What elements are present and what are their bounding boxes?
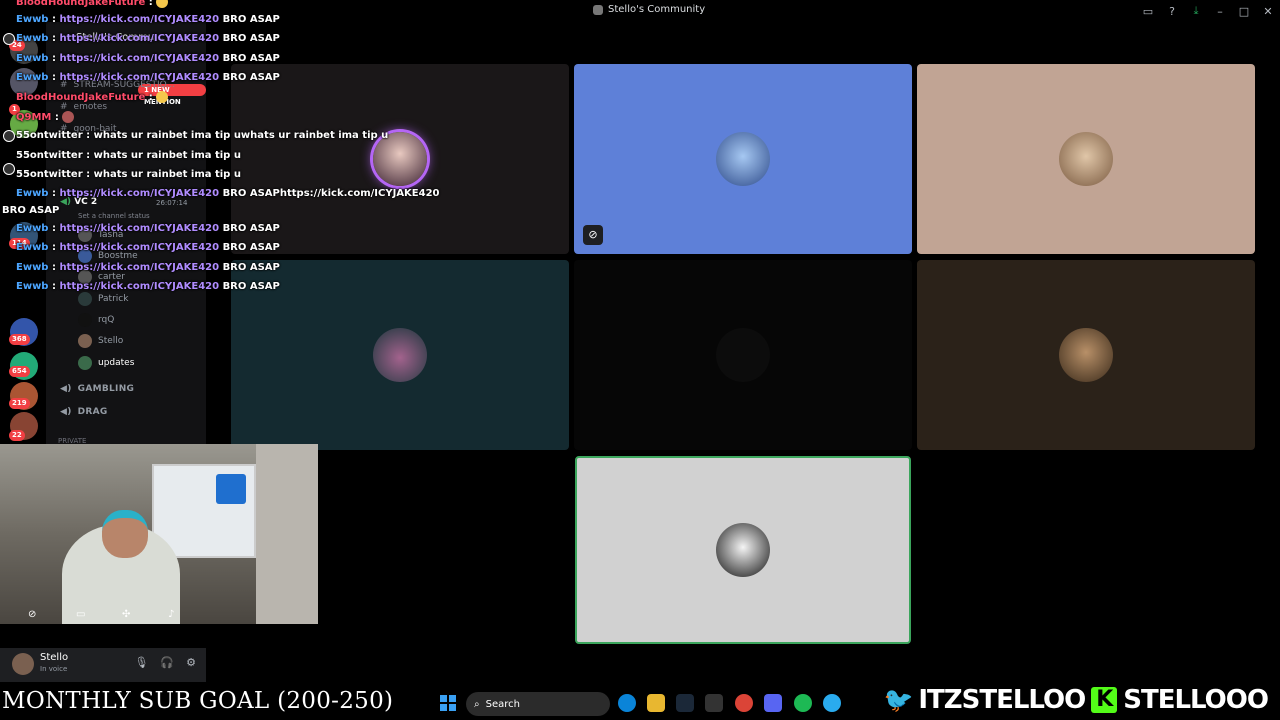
avatar bbox=[78, 334, 92, 348]
avatar bbox=[78, 356, 92, 370]
muted-icon: ⊘ bbox=[583, 225, 603, 245]
channel-status[interactable]: Set a channel status bbox=[78, 212, 150, 220]
speaker-icon: ◀) bbox=[60, 407, 72, 417]
participant-avatar bbox=[373, 328, 427, 382]
participant-avatar bbox=[716, 328, 770, 382]
microphone-icon[interactable]: 🎙 bbox=[134, 656, 148, 669]
voice-channel-drag[interactable]: ◀) DRAG bbox=[60, 407, 108, 417]
poster-logo bbox=[216, 474, 246, 504]
file-explorer-icon[interactable] bbox=[647, 694, 665, 712]
webcam-wall bbox=[256, 444, 318, 624]
voice-member[interactable]: Boostme bbox=[78, 248, 138, 264]
video-tile[interactable] bbox=[231, 260, 569, 450]
voice-timer: 26:07:14 bbox=[156, 199, 188, 207]
twitter-handle: ITZSTELLOO bbox=[918, 685, 1086, 715]
user-panel: Stello In voice 🎙 🎧 ⚙ bbox=[0, 648, 206, 682]
server-item[interactable] bbox=[10, 68, 38, 96]
server-icon bbox=[593, 4, 603, 15]
user-name: Stello bbox=[40, 652, 69, 663]
voice-member[interactable]: rqQ bbox=[78, 312, 114, 328]
voice-member[interactable]: updates bbox=[78, 355, 134, 371]
server-badge: 368 bbox=[9, 334, 30, 345]
server-rail: 24 1 114 368 654 219 22 bbox=[0, 22, 46, 447]
spotify-icon[interactable] bbox=[794, 694, 812, 712]
avatar bbox=[78, 249, 92, 263]
inbox-icon[interactable]: ▭ bbox=[1136, 5, 1160, 18]
twitter-icon: 🐦 bbox=[883, 686, 913, 714]
participant-avatar bbox=[716, 132, 770, 186]
headphones-icon[interactable]: 🎧 bbox=[160, 656, 174, 669]
social-handles: 🐦 ITZSTELLOO K STELLOOO bbox=[883, 684, 1269, 716]
streamer-webcam: ⊘ ▭ ✣ ♪ bbox=[0, 444, 318, 624]
user-status: In voice bbox=[40, 665, 68, 673]
avatar bbox=[78, 292, 92, 306]
screen-share-icon[interactable]: ▭ bbox=[76, 609, 85, 620]
participant-avatar bbox=[716, 523, 770, 577]
server-badge: 22 bbox=[9, 430, 25, 441]
video-tile[interactable] bbox=[917, 260, 1255, 450]
hash-icon: # bbox=[60, 124, 68, 134]
app-icon[interactable] bbox=[705, 694, 723, 712]
channel-sidebar: Stello's Commu... 1 NEW MENTION # STREAM-… bbox=[46, 22, 206, 447]
search-icon: ⌕ bbox=[474, 698, 480, 710]
kick-icon: K bbox=[1091, 687, 1118, 713]
participant-avatar bbox=[1059, 132, 1113, 186]
close-button[interactable]: ✕ bbox=[1256, 5, 1280, 18]
edge-icon[interactable] bbox=[618, 694, 636, 712]
video-tile[interactable] bbox=[917, 64, 1255, 254]
kick-handle: STELLOOO bbox=[1123, 685, 1269, 715]
user-controls: 🎙 🎧 ⚙ bbox=[134, 656, 196, 669]
server-badge: 1 bbox=[9, 104, 20, 115]
telegram-icon[interactable] bbox=[823, 694, 841, 712]
channel-stream-suggestions[interactable]: # STREAM-SUGGESTIO... bbox=[60, 80, 175, 90]
activity-icon[interactable]: ✣ bbox=[122, 609, 130, 620]
voice-member[interactable]: Tasha bbox=[78, 227, 123, 243]
minimize-button[interactable]: – bbox=[1208, 5, 1232, 18]
channel-goon-bait[interactable]: # goon-bait bbox=[60, 124, 116, 134]
avatar bbox=[78, 313, 92, 327]
windows-start-icon[interactable] bbox=[440, 695, 456, 711]
video-tile[interactable] bbox=[231, 64, 569, 254]
maximize-button[interactable]: □ bbox=[1232, 5, 1256, 18]
participant-avatar bbox=[373, 132, 427, 186]
voice-channel-vc2[interactable]: ◀) VC 2 bbox=[60, 197, 97, 207]
video-tile[interactable] bbox=[574, 260, 912, 450]
discord-icon[interactable] bbox=[764, 694, 782, 712]
server-badge: 654 bbox=[9, 366, 30, 377]
server-badge: 24 bbox=[9, 40, 25, 51]
avatar[interactable] bbox=[12, 653, 34, 675]
video-tile[interactable]: ⊘ bbox=[574, 64, 912, 254]
channel-emotes[interactable]: # emotes bbox=[60, 102, 107, 112]
screen: Stello's Community ▭ ? ⤓ – □ ✕ 24 1 114 … bbox=[0, 0, 1280, 720]
window-controls: ▭ ? ⤓ – □ ✕ bbox=[1136, 0, 1280, 22]
window-title-text: Stello's Community bbox=[608, 4, 706, 15]
hash-icon: # bbox=[60, 80, 68, 90]
voice-channel-gambling[interactable]: ◀) GAMBLING bbox=[60, 384, 134, 394]
chrome-icon[interactable] bbox=[735, 694, 753, 712]
voice-member[interactable]: Stello bbox=[78, 333, 123, 349]
speaker-icon: ◀) bbox=[60, 384, 72, 394]
server-badge: 219 bbox=[9, 398, 30, 409]
hash-icon: # bbox=[60, 102, 68, 112]
voice-member[interactable]: carter bbox=[78, 269, 125, 285]
download-icon[interactable]: ⤓ bbox=[1184, 4, 1208, 18]
help-icon[interactable]: ? bbox=[1160, 5, 1184, 18]
speaker-icon: ◀) bbox=[60, 197, 72, 207]
avatar bbox=[78, 270, 92, 284]
gear-icon[interactable]: ⚙ bbox=[186, 656, 196, 669]
webcam-head bbox=[102, 510, 148, 558]
taskbar-search[interactable]: ⌕ Search bbox=[466, 692, 610, 716]
window-title: Stello's Community bbox=[593, 4, 705, 15]
soundboard-icon[interactable]: ♪ bbox=[168, 609, 174, 620]
voice-member[interactable]: Patrick bbox=[78, 291, 128, 307]
camera-off-icon[interactable]: ⊘ bbox=[28, 609, 36, 620]
title-bar: Stello's Community ▭ ? ⤓ – □ ✕ bbox=[0, 0, 1280, 22]
video-tile-speaking[interactable] bbox=[575, 456, 911, 644]
sub-goal-text: MONTHLY SUB GOAL (200-250) bbox=[2, 688, 394, 714]
server-name[interactable]: Stello's Commu... bbox=[76, 32, 164, 43]
steam-icon[interactable] bbox=[676, 694, 694, 712]
avatar bbox=[78, 228, 92, 242]
server-badge: 114 bbox=[9, 238, 30, 249]
participant-avatar bbox=[1059, 328, 1113, 382]
